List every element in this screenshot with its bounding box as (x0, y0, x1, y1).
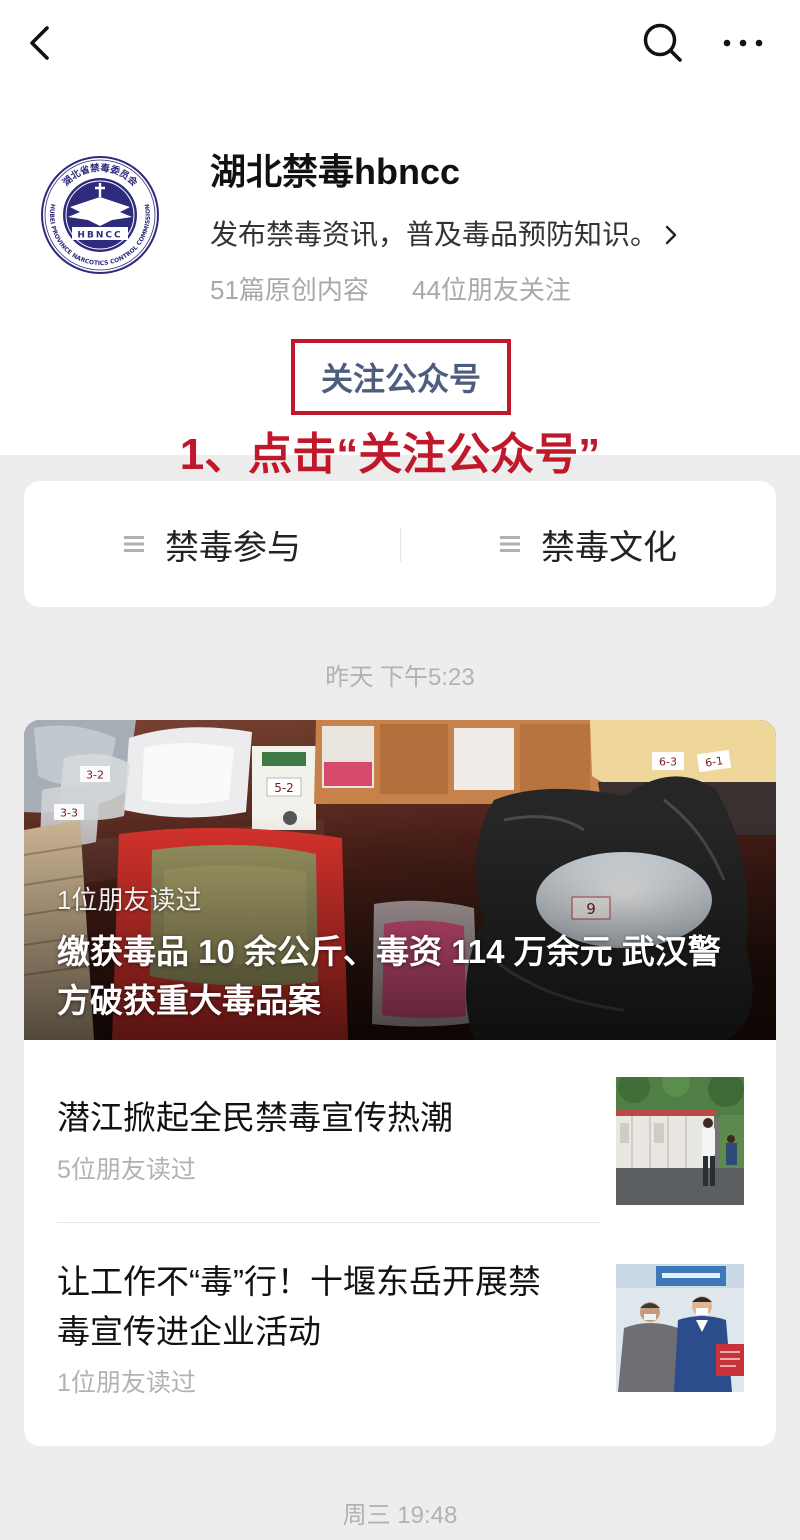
account-avatar-logo[interactable]: 湖北省禁毒委员会 HUBEI PROVINCE NARCOTICS CONTRO… (40, 155, 160, 275)
article-group-card: 3-2 3-3 5-2 9 6-3 6-1 1位朋友读过 缴获毒品 10 余公斤… (24, 720, 776, 1446)
menu-item-label: 禁毒文化 (541, 528, 677, 567)
more-options-button[interactable] (716, 28, 772, 58)
article-title: 让工作不“毒”行！十堰东岳开展禁毒宣传进企业活动 (57, 1263, 541, 1350)
chevron-left-icon (30, 26, 49, 60)
chevron-right-icon (665, 225, 677, 245)
account-menu-bar: 禁毒参与 禁毒文化 (24, 481, 776, 607)
featured-article-read-by: 1位朋友读过 (57, 885, 202, 915)
article-thumbnail (616, 1264, 744, 1392)
feed-timestamp: 周三 19:48 (342, 1502, 458, 1529)
menu-item-culture[interactable]: 禁毒文化 (400, 481, 776, 607)
commission-logo: 湖北省禁毒委员会 HUBEI PROVINCE NARCOTICS CONTRO… (41, 156, 159, 274)
article-list-item[interactable]: 让工作不“毒”行！十堰东岳开展禁毒宣传进企业活动 1位朋友读过 (24, 1223, 776, 1446)
menu-lines-icon (500, 536, 520, 552)
article-read-by: 5位朋友读过 (57, 1156, 196, 1184)
article-read-by: 1位朋友读过 (57, 1369, 196, 1397)
more-dots-icon (723, 39, 763, 47)
menu-item-participate[interactable]: 禁毒参与 (24, 481, 400, 607)
article-title: 潜江掀起全民禁毒宣传热潮 (57, 1099, 453, 1136)
search-icon (643, 23, 682, 62)
menu-item-label: 禁毒参与 (165, 528, 301, 567)
friends-following-count[interactable]: 44位朋友关注 (412, 272, 571, 308)
featured-article[interactable]: 3-2 3-3 5-2 9 6-3 6-1 1位朋友读过 缴获毒品 10 余公斤… (24, 720, 776, 1040)
logo-center-text: HBNCC (77, 231, 122, 241)
article-thumbnail (616, 1077, 744, 1205)
feed-timestamp: 昨天 下午5:23 (325, 664, 475, 691)
account-name: 湖北禁毒hbncc (210, 151, 461, 192)
menu-lines-icon (124, 536, 144, 552)
search-button[interactable] (638, 18, 686, 66)
annotation-highlight-box: 关注公众号 (291, 339, 511, 415)
account-description-text: 发布禁毒资讯，普及毒品预防知识。 (210, 219, 659, 250)
back-button[interactable] (20, 20, 64, 66)
account-description[interactable]: 发布禁毒资讯，普及毒品预防知识。 (210, 215, 678, 255)
featured-article-title: 缴获毒品 10 余公斤、毒资 114 万余元 武汉警方破获重大毒品案 (57, 933, 721, 1019)
original-content-count[interactable]: 51篇原创内容 (210, 272, 369, 308)
annotation-instruction: 1、点击“关注公众号” (179, 430, 601, 479)
article-list-item[interactable]: 潜江掀起全民禁毒宣传热潮 5位朋友读过 (24, 1040, 776, 1222)
follow-account-button[interactable]: 关注公众号 (295, 343, 507, 411)
